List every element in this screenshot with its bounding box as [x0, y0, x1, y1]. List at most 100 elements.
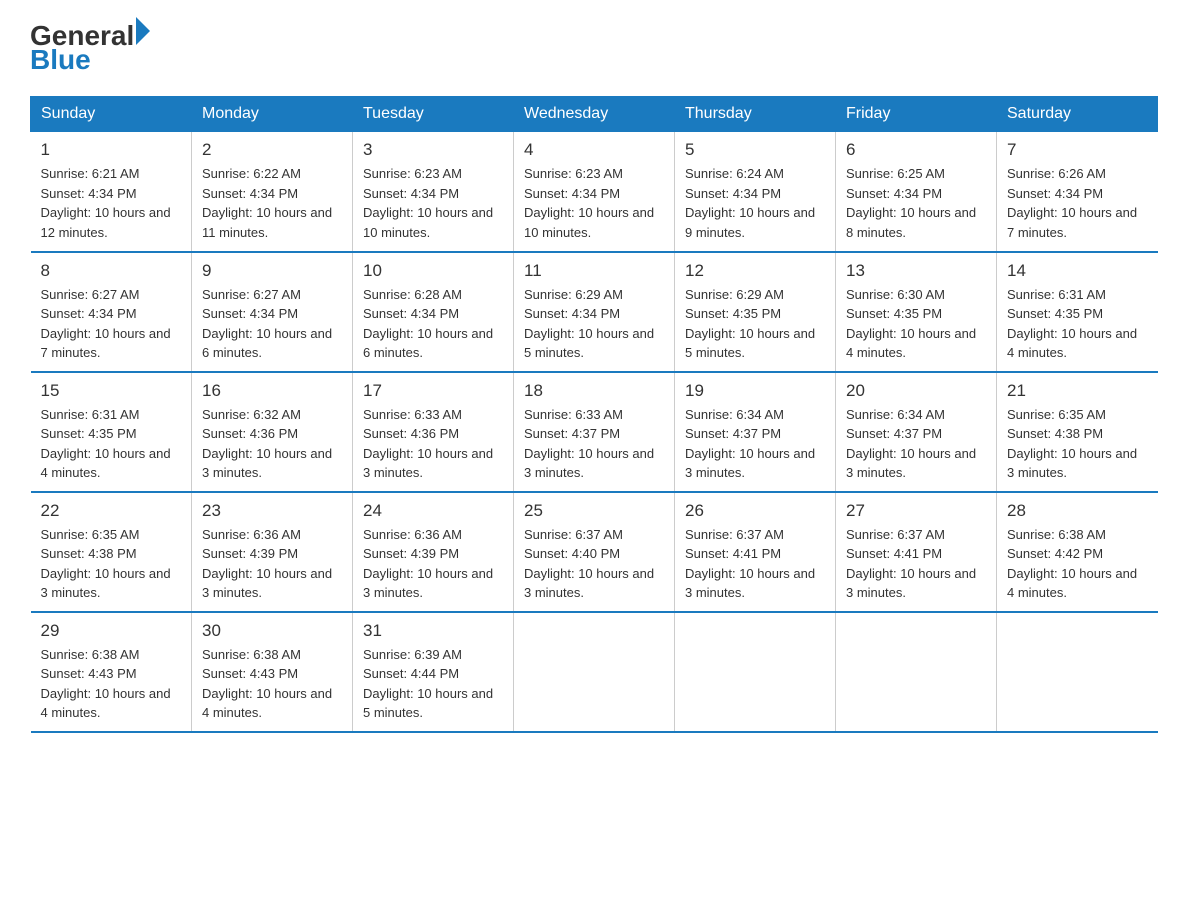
day-number: 26 — [685, 501, 825, 521]
calendar-cell: 2 Sunrise: 6:22 AM Sunset: 4:34 PM Dayli… — [192, 132, 353, 252]
calendar-cell: 23 Sunrise: 6:36 AM Sunset: 4:39 PM Dayl… — [192, 492, 353, 612]
calendar-cell: 27 Sunrise: 6:37 AM Sunset: 4:41 PM Dayl… — [836, 492, 997, 612]
day-info: Sunrise: 6:21 AM Sunset: 4:34 PM Dayligh… — [41, 164, 182, 242]
week-row-3: 15 Sunrise: 6:31 AM Sunset: 4:35 PM Dayl… — [31, 372, 1158, 492]
day-number: 1 — [41, 140, 182, 160]
weekday-header-tuesday: Tuesday — [353, 97, 514, 132]
day-info: Sunrise: 6:27 AM Sunset: 4:34 PM Dayligh… — [41, 285, 182, 363]
day-info: Sunrise: 6:31 AM Sunset: 4:35 PM Dayligh… — [1007, 285, 1148, 363]
calendar-cell: 18 Sunrise: 6:33 AM Sunset: 4:37 PM Dayl… — [514, 372, 675, 492]
day-info: Sunrise: 6:28 AM Sunset: 4:34 PM Dayligh… — [363, 285, 503, 363]
calendar-cell: 30 Sunrise: 6:38 AM Sunset: 4:43 PM Dayl… — [192, 612, 353, 732]
calendar-cell: 21 Sunrise: 6:35 AM Sunset: 4:38 PM Dayl… — [997, 372, 1158, 492]
day-number: 18 — [524, 381, 664, 401]
day-number: 13 — [846, 261, 986, 281]
day-number: 12 — [685, 261, 825, 281]
calendar-cell: 6 Sunrise: 6:25 AM Sunset: 4:34 PM Dayli… — [836, 132, 997, 252]
day-number: 19 — [685, 381, 825, 401]
day-number: 24 — [363, 501, 503, 521]
calendar-cell: 29 Sunrise: 6:38 AM Sunset: 4:43 PM Dayl… — [31, 612, 192, 732]
weekday-header-row: SundayMondayTuesdayWednesdayThursdayFrid… — [31, 97, 1158, 132]
logo-blue-text: Blue — [30, 44, 150, 76]
calendar-cell: 12 Sunrise: 6:29 AM Sunset: 4:35 PM Dayl… — [675, 252, 836, 372]
day-info: Sunrise: 6:31 AM Sunset: 4:35 PM Dayligh… — [41, 405, 182, 483]
day-number: 20 — [846, 381, 986, 401]
day-number: 28 — [1007, 501, 1148, 521]
calendar-cell — [514, 612, 675, 732]
logo-triangle-icon — [136, 17, 150, 45]
day-info: Sunrise: 6:36 AM Sunset: 4:39 PM Dayligh… — [202, 525, 342, 603]
day-info: Sunrise: 6:30 AM Sunset: 4:35 PM Dayligh… — [846, 285, 986, 363]
day-info: Sunrise: 6:23 AM Sunset: 4:34 PM Dayligh… — [524, 164, 664, 242]
week-row-4: 22 Sunrise: 6:35 AM Sunset: 4:38 PM Dayl… — [31, 492, 1158, 612]
day-info: Sunrise: 6:29 AM Sunset: 4:35 PM Dayligh… — [685, 285, 825, 363]
day-info: Sunrise: 6:37 AM Sunset: 4:40 PM Dayligh… — [524, 525, 664, 603]
day-info: Sunrise: 6:38 AM Sunset: 4:42 PM Dayligh… — [1007, 525, 1148, 603]
weekday-header-saturday: Saturday — [997, 97, 1158, 132]
weekday-header-monday: Monday — [192, 97, 353, 132]
calendar-cell: 5 Sunrise: 6:24 AM Sunset: 4:34 PM Dayli… — [675, 132, 836, 252]
day-info: Sunrise: 6:22 AM Sunset: 4:34 PM Dayligh… — [202, 164, 342, 242]
day-info: Sunrise: 6:32 AM Sunset: 4:36 PM Dayligh… — [202, 405, 342, 483]
day-number: 3 — [363, 140, 503, 160]
calendar-table: SundayMondayTuesdayWednesdayThursdayFrid… — [30, 96, 1158, 733]
calendar-cell: 15 Sunrise: 6:31 AM Sunset: 4:35 PM Dayl… — [31, 372, 192, 492]
week-row-2: 8 Sunrise: 6:27 AM Sunset: 4:34 PM Dayli… — [31, 252, 1158, 372]
calendar-cell — [836, 612, 997, 732]
calendar-cell: 28 Sunrise: 6:38 AM Sunset: 4:42 PM Dayl… — [997, 492, 1158, 612]
calendar-cell: 13 Sunrise: 6:30 AM Sunset: 4:35 PM Dayl… — [836, 252, 997, 372]
weekday-header-wednesday: Wednesday — [514, 97, 675, 132]
day-number: 11 — [524, 261, 664, 281]
calendar-cell: 11 Sunrise: 6:29 AM Sunset: 4:34 PM Dayl… — [514, 252, 675, 372]
day-number: 16 — [202, 381, 342, 401]
day-number: 17 — [363, 381, 503, 401]
calendar-cell — [675, 612, 836, 732]
calendar-cell: 31 Sunrise: 6:39 AM Sunset: 4:44 PM Dayl… — [353, 612, 514, 732]
day-number: 22 — [41, 501, 182, 521]
calendar-cell: 26 Sunrise: 6:37 AM Sunset: 4:41 PM Dayl… — [675, 492, 836, 612]
calendar-cell: 25 Sunrise: 6:37 AM Sunset: 4:40 PM Dayl… — [514, 492, 675, 612]
calendar-cell: 14 Sunrise: 6:31 AM Sunset: 4:35 PM Dayl… — [997, 252, 1158, 372]
day-number: 31 — [363, 621, 503, 641]
day-info: Sunrise: 6:35 AM Sunset: 4:38 PM Dayligh… — [1007, 405, 1148, 483]
day-number: 21 — [1007, 381, 1148, 401]
day-number: 8 — [41, 261, 182, 281]
calendar-cell: 3 Sunrise: 6:23 AM Sunset: 4:34 PM Dayli… — [353, 132, 514, 252]
day-number: 29 — [41, 621, 182, 641]
weekday-header-thursday: Thursday — [675, 97, 836, 132]
day-number: 23 — [202, 501, 342, 521]
day-info: Sunrise: 6:38 AM Sunset: 4:43 PM Dayligh… — [202, 645, 342, 723]
calendar-cell: 17 Sunrise: 6:33 AM Sunset: 4:36 PM Dayl… — [353, 372, 514, 492]
day-number: 6 — [846, 140, 986, 160]
calendar-cell: 1 Sunrise: 6:21 AM Sunset: 4:34 PM Dayli… — [31, 132, 192, 252]
day-info: Sunrise: 6:36 AM Sunset: 4:39 PM Dayligh… — [363, 525, 503, 603]
day-number: 25 — [524, 501, 664, 521]
day-info: Sunrise: 6:34 AM Sunset: 4:37 PM Dayligh… — [846, 405, 986, 483]
logo: General Blue — [30, 20, 150, 76]
calendar-cell: 16 Sunrise: 6:32 AM Sunset: 4:36 PM Dayl… — [192, 372, 353, 492]
day-info: Sunrise: 6:27 AM Sunset: 4:34 PM Dayligh… — [202, 285, 342, 363]
day-number: 4 — [524, 140, 664, 160]
calendar-cell: 19 Sunrise: 6:34 AM Sunset: 4:37 PM Dayl… — [675, 372, 836, 492]
week-row-5: 29 Sunrise: 6:38 AM Sunset: 4:43 PM Dayl… — [31, 612, 1158, 732]
calendar-cell: 8 Sunrise: 6:27 AM Sunset: 4:34 PM Dayli… — [31, 252, 192, 372]
calendar-cell: 4 Sunrise: 6:23 AM Sunset: 4:34 PM Dayli… — [514, 132, 675, 252]
day-info: Sunrise: 6:39 AM Sunset: 4:44 PM Dayligh… — [363, 645, 503, 723]
day-number: 30 — [202, 621, 342, 641]
calendar-cell: 7 Sunrise: 6:26 AM Sunset: 4:34 PM Dayli… — [997, 132, 1158, 252]
weekday-header-friday: Friday — [836, 97, 997, 132]
day-info: Sunrise: 6:29 AM Sunset: 4:34 PM Dayligh… — [524, 285, 664, 363]
calendar-cell: 22 Sunrise: 6:35 AM Sunset: 4:38 PM Dayl… — [31, 492, 192, 612]
day-number: 27 — [846, 501, 986, 521]
calendar-cell: 24 Sunrise: 6:36 AM Sunset: 4:39 PM Dayl… — [353, 492, 514, 612]
day-number: 9 — [202, 261, 342, 281]
day-number: 2 — [202, 140, 342, 160]
day-number: 14 — [1007, 261, 1148, 281]
day-info: Sunrise: 6:33 AM Sunset: 4:36 PM Dayligh… — [363, 405, 503, 483]
day-number: 7 — [1007, 140, 1148, 160]
day-number: 10 — [363, 261, 503, 281]
calendar-cell: 9 Sunrise: 6:27 AM Sunset: 4:34 PM Dayli… — [192, 252, 353, 372]
day-info: Sunrise: 6:23 AM Sunset: 4:34 PM Dayligh… — [363, 164, 503, 242]
page-header: General Blue — [30, 20, 1158, 76]
day-info: Sunrise: 6:24 AM Sunset: 4:34 PM Dayligh… — [685, 164, 825, 242]
